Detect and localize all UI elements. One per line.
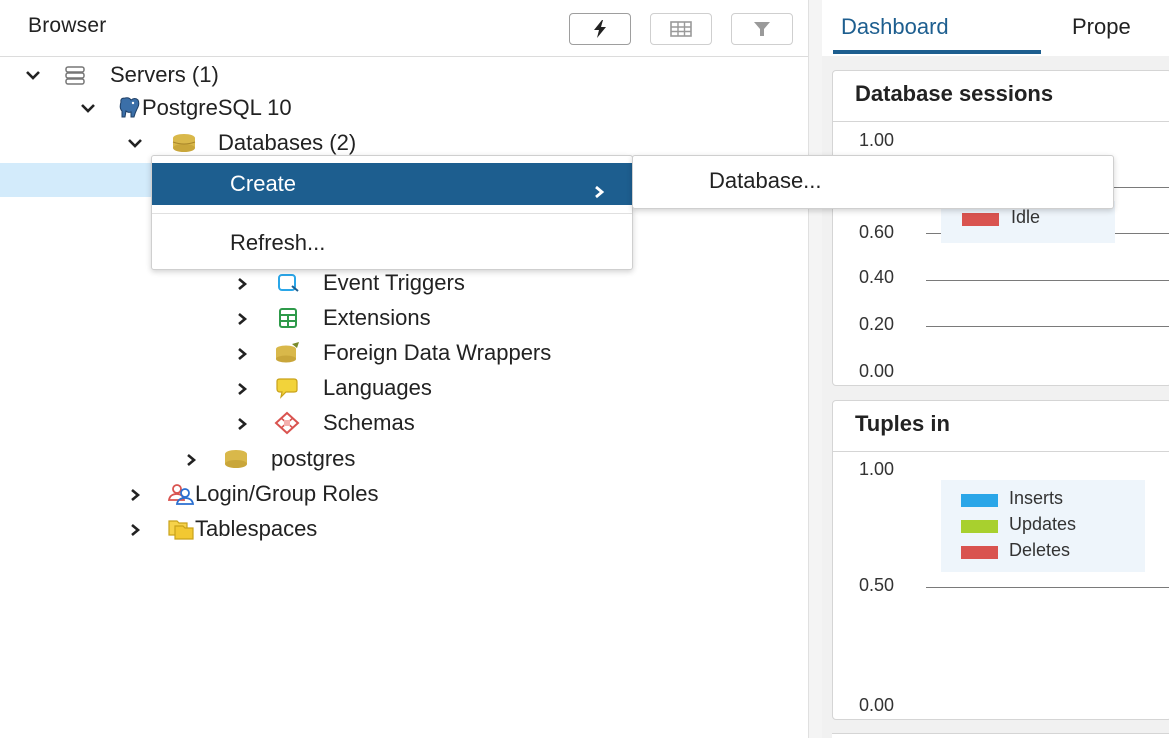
card-header: Tuples in: [833, 401, 1169, 452]
pgadmin-window: Browser Servers (1) PostgreSQL 10 Databa…: [0, 0, 1169, 739]
chevron-right-icon[interactable]: [236, 267, 254, 299]
tree-label: Schemas: [323, 410, 415, 435]
database-icon: [223, 447, 247, 471]
chart-legend: Inserts Updates Deletes: [941, 480, 1145, 572]
menu-item-label: Refresh...: [230, 230, 326, 255]
tree-label: Languages: [323, 375, 432, 400]
tree-item-event-triggers[interactable]: Event Triggers: [0, 267, 560, 299]
tree-label: Event Triggers: [323, 270, 465, 295]
dashboard-tabs: Dashboard Prope: [822, 0, 1169, 57]
chevron-right-icon[interactable]: [236, 407, 254, 439]
legend-label: Idle: [1011, 207, 1041, 227]
tree-label: PostgreSQL 10: [142, 95, 292, 120]
tree-label: Servers (1): [110, 62, 219, 87]
chevron-down-icon[interactable]: [127, 127, 145, 159]
browser-header: Browser: [0, 0, 808, 57]
databases-icon: [171, 131, 196, 155]
panel-splitter[interactable]: [808, 0, 823, 738]
y-tick-label: 1.00: [859, 459, 895, 479]
filter-icon: [754, 22, 770, 36]
legend-swatch-idle: [962, 213, 999, 226]
lightning-icon: [594, 20, 606, 38]
gridline: [926, 587, 1169, 588]
y-tick-label: 0.00: [859, 695, 895, 715]
next-card-edge: [832, 733, 1169, 739]
query-tool-button[interactable]: [569, 13, 631, 45]
tree-item-schemas[interactable]: Schemas: [0, 407, 520, 439]
browser-panel: Browser Servers (1) PostgreSQL 10 Databa…: [0, 0, 808, 738]
legend-label: Updates: [1009, 514, 1077, 534]
y-tick-label: 1.00: [859, 130, 895, 150]
tuples-in-card: Tuples in 1.00 0.50 0.00 Inserts Updates…: [832, 400, 1169, 720]
y-tick-label: 0.50: [859, 575, 895, 595]
tree-label: Login/Group Roles: [195, 481, 379, 506]
tuples-in-chart: 1.00 0.50 0.00 Inserts Updates Deletes: [833, 451, 1169, 719]
view-data-button[interactable]: [650, 13, 712, 45]
tree-item-foreign-data-wrappers[interactable]: Foreign Data Wrappers: [0, 337, 700, 369]
tab-properties[interactable]: Prope: [1072, 14, 1131, 40]
chevron-down-icon[interactable]: [80, 92, 98, 124]
tree-label: Foreign Data Wrappers: [323, 340, 552, 365]
chevron-right-icon[interactable]: [236, 337, 254, 369]
y-tick-label: 0.00: [859, 361, 895, 381]
foreign-data-wrapper-icon: [274, 341, 299, 365]
menu-separator: [152, 213, 632, 214]
schemas-icon: [274, 411, 300, 435]
chevron-right-icon[interactable]: [129, 513, 147, 545]
tablespaces-icon: [167, 517, 194, 541]
chevron-down-icon[interactable]: [25, 59, 43, 91]
roles-icon: [167, 482, 195, 506]
table-grid-icon: [670, 21, 692, 37]
tree-label: Tablespaces: [195, 516, 318, 541]
card-header: Database sessions: [833, 71, 1169, 122]
context-menu-refresh[interactable]: Refresh...: [152, 224, 632, 262]
submenu-item-database[interactable]: Database...: [709, 168, 822, 194]
tree-label: Extensions: [323, 305, 431, 330]
active-tab-indicator: [833, 50, 1041, 54]
languages-icon: [274, 376, 298, 400]
tree-item-postgres[interactable]: postgres: [0, 443, 460, 475]
tree-item-login-group-roles[interactable]: Login/Group Roles: [0, 478, 560, 510]
chevron-right-icon[interactable]: [185, 443, 203, 475]
legend-swatch-deletes: [961, 546, 998, 559]
postgresql-elephant-icon: [116, 96, 140, 120]
tree-item-postgresql-10[interactable]: PostgreSQL 10: [0, 92, 420, 124]
tree-item-tablespaces[interactable]: Tablespaces: [0, 513, 520, 545]
gridline: [926, 280, 1169, 281]
context-menu-create[interactable]: Create: [152, 163, 632, 205]
browser-title: Browser: [28, 14, 107, 37]
event-trigger-icon: [276, 271, 300, 295]
chevron-right-icon: [593, 179, 605, 205]
tree-label: postgres: [271, 446, 356, 471]
y-tick-label: 0.20: [859, 314, 895, 334]
filter-button[interactable]: [731, 13, 793, 45]
servers-icon: [63, 63, 87, 87]
tree-item-languages[interactable]: Languages: [0, 372, 520, 404]
context-menu: Create Refresh...: [151, 155, 633, 270]
y-tick-label: 0.60: [859, 222, 895, 242]
card-title: Tuples in: [855, 411, 950, 436]
gridline: [926, 326, 1169, 327]
chevron-right-icon[interactable]: [236, 302, 254, 334]
y-tick-label: 0.40: [859, 267, 895, 287]
dashboard-panel: Dashboard Prope Database sessions 1.00 0…: [822, 0, 1169, 739]
tab-dashboard[interactable]: Dashboard: [841, 14, 949, 40]
tree-item-extensions[interactable]: Extensions: [0, 302, 520, 334]
chevron-right-icon[interactable]: [129, 478, 147, 510]
tree-item-servers[interactable]: Servers (1): [0, 59, 400, 91]
extensions-icon: [276, 306, 300, 330]
legend-swatch-updates: [961, 520, 998, 533]
legend-swatch-inserts: [961, 494, 998, 507]
legend-label: Inserts: [1009, 488, 1064, 508]
menu-item-label: Create: [230, 171, 297, 196]
create-submenu: Database...: [632, 155, 1114, 209]
database-sessions-card: Database sessions 1.00 0.60 0.40 0.20 0.…: [832, 70, 1169, 386]
card-title: Database sessions: [855, 81, 1054, 106]
legend-label: Deletes: [1009, 540, 1071, 560]
chevron-right-icon[interactable]: [236, 372, 254, 404]
